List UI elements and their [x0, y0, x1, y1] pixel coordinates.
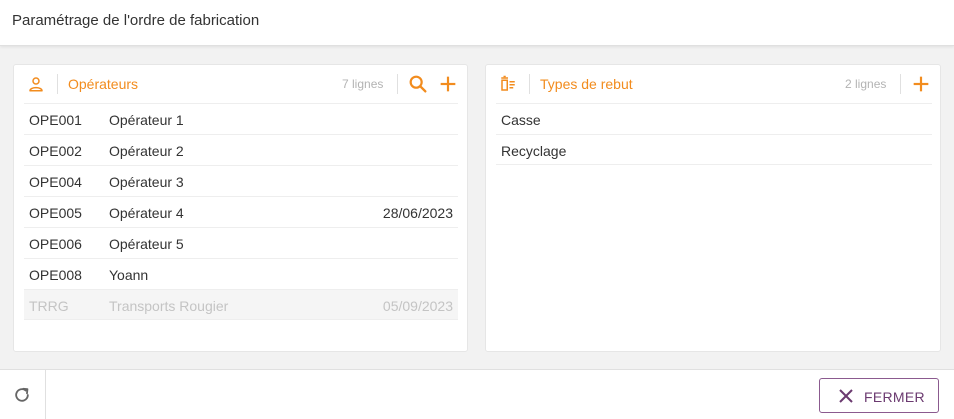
- scrap-types-panel: Types de rebut 2 lignes Casse Recyclage: [485, 64, 941, 352]
- dialog-header: Paramétrage de l'ordre de fabrication: [0, 0, 954, 46]
- operator-name: Opérateur 1: [109, 112, 184, 128]
- operator-code: OPE006: [29, 236, 82, 252]
- operator-code: OPE001: [29, 112, 82, 128]
- close-button-label: FERMER: [864, 389, 925, 405]
- operator-name: Transports Rougier: [109, 298, 229, 314]
- header-separator: [529, 74, 530, 94]
- operator-name: Opérateur 4: [109, 205, 184, 221]
- operators-list: OPE001 Opérateur 1 OPE002 Opérateur 2 OP…: [24, 103, 458, 320]
- operator-name: Opérateur 2: [109, 143, 184, 159]
- bin-list-icon: [501, 75, 515, 91]
- table-row[interactable]: OPE004 Opérateur 3: [24, 165, 458, 196]
- table-row[interactable]: OPE001 Opérateur 1: [24, 103, 458, 134]
- table-row[interactable]: OPE006 Opérateur 5: [24, 227, 458, 258]
- operator-code: OPE002: [29, 143, 82, 159]
- operator-code: OPE008: [29, 267, 82, 283]
- operators-panel-header: Opérateurs 7 lignes: [14, 65, 467, 103]
- scrap-types-title: Types de rebut: [540, 76, 633, 92]
- close-button[interactable]: FERMER: [819, 378, 939, 413]
- operator-name: Yoann: [109, 267, 149, 283]
- operator-date: 28/06/2023: [382, 205, 453, 221]
- operator-code: OPE005: [29, 205, 82, 221]
- operator-name: Opérateur 3: [109, 174, 184, 190]
- scrap-types-count: 2 lignes: [845, 77, 887, 91]
- header-separator: [900, 74, 901, 94]
- operator-name: Opérateur 5: [109, 236, 184, 252]
- add-scrap-type-button[interactable]: [910, 73, 932, 95]
- operators-title: Opérateurs: [68, 76, 139, 92]
- header-separator: [397, 74, 398, 94]
- table-row[interactable]: OPE005 Opérateur 4 28/06/2023: [24, 196, 458, 227]
- table-row[interactable]: OPE002 Opérateur 2: [24, 134, 458, 165]
- operator-date: 05/09/2023: [382, 298, 453, 314]
- operators-count: 7 lignes: [342, 77, 384, 91]
- operators-panel: Opérateurs 7 lignes OPE001 Opérateur 1 O…: [13, 64, 468, 352]
- scrap-type-label: Casse: [501, 112, 541, 128]
- list-item[interactable]: Casse: [496, 103, 932, 134]
- search-icon[interactable]: [407, 73, 429, 95]
- refresh-icon[interactable]: [12, 385, 32, 405]
- table-row-disabled[interactable]: TRRG Transports Rougier 05/09/2023: [24, 289, 458, 320]
- scrap-types-list: Casse Recyclage: [496, 103, 932, 165]
- person-icon: [29, 77, 43, 92]
- scrap-type-label: Recyclage: [501, 143, 567, 159]
- operator-code: TRRG: [29, 298, 69, 314]
- scrap-types-panel-header: Types de rebut 2 lignes: [486, 65, 940, 103]
- list-item[interactable]: Recyclage: [496, 134, 932, 165]
- dialog-footer: FERMER: [0, 369, 954, 419]
- footer-separator: [45, 370, 46, 419]
- close-icon: [839, 389, 853, 403]
- page-title: Paramétrage de l'ordre de fabrication: [12, 12, 260, 29]
- operator-code: OPE004: [29, 174, 82, 190]
- table-row[interactable]: OPE008 Yoann: [24, 258, 458, 289]
- add-operator-button[interactable]: [437, 73, 459, 95]
- header-separator: [57, 74, 58, 94]
